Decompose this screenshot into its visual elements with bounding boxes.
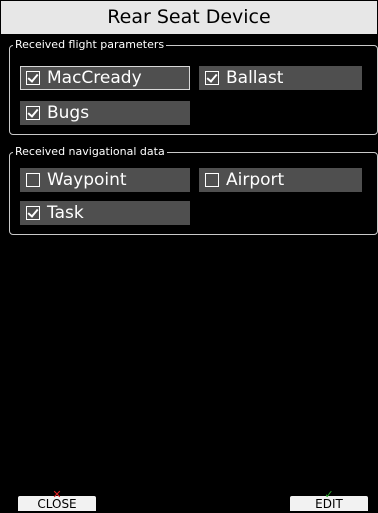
window-title: Rear Seat Device <box>1 1 377 34</box>
navigational-data-legend: Received navigational data <box>13 145 167 159</box>
bugs-label: Bugs <box>47 103 90 123</box>
task-checkbox[interactable]: Task <box>20 201 190 225</box>
checkbox-checked-icon <box>205 71 219 85</box>
checkbox-unchecked-icon <box>205 173 219 187</box>
close-button[interactable]: ✕ CLOSE <box>18 489 96 511</box>
airport-label: Airport <box>226 170 285 190</box>
waypoint-checkbox[interactable]: Waypoint <box>20 168 190 192</box>
x-icon: ✕ <box>52 488 62 501</box>
checkbox-checked-icon <box>26 71 40 85</box>
maccready-checkbox[interactable]: MacCready <box>20 66 190 90</box>
checkbox-unchecked-icon <box>26 173 40 187</box>
checkbox-checked-icon <box>26 206 40 220</box>
flight-parameters-legend: Received flight parameters <box>13 38 167 52</box>
waypoint-label: Waypoint <box>47 170 127 190</box>
bugs-checkbox[interactable]: Bugs <box>20 101 190 125</box>
edit-button[interactable]: ✓ EDIT <box>290 489 368 511</box>
maccready-label: MacCready <box>47 68 142 88</box>
task-label: Task <box>47 203 84 223</box>
airport-checkbox[interactable]: Airport <box>199 168 362 192</box>
checkbox-checked-icon <box>26 106 40 120</box>
navigational-data-group: Received navigational data Waypoint Airp… <box>9 145 378 235</box>
ballast-checkbox[interactable]: Ballast <box>199 66 362 90</box>
ballast-label: Ballast <box>226 68 284 88</box>
flight-parameters-group: Received flight parameters MacCready Bal… <box>9 38 378 135</box>
check-icon: ✓ <box>324 488 334 501</box>
